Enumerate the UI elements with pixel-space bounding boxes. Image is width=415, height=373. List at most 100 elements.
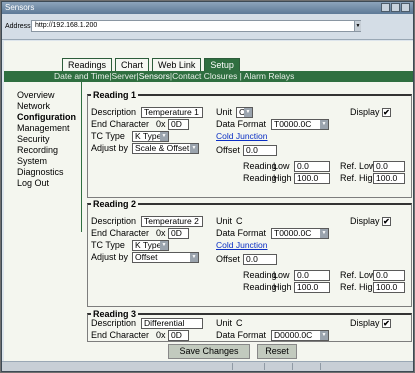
data-format-label: Data Format [216, 119, 267, 129]
unit-label: Unit [216, 318, 233, 328]
browser-window: Sensors Address http://192.168.1.200 ▼ R… [1, 1, 414, 372]
tab-readings[interactable]: Readings [62, 58, 113, 71]
reading-1-data-format-value: T0000.0C [274, 119, 312, 129]
reading-2-description-input[interactable]: Temperature 2 [141, 216, 203, 227]
minimize-button[interactable] [381, 3, 390, 12]
dropdown-arrow-icon: ▼ [160, 241, 168, 250]
reading-2-legend: Reading 2 [93, 199, 137, 209]
reading-high-label: Reading [243, 173, 277, 183]
page-content: Readings Chart Web Link Setup Date and T… [4, 41, 413, 361]
window-titlebar: Sensors [2, 2, 413, 14]
reading-1-ref-low-input[interactable]: 0.0 [373, 161, 405, 172]
reading-2-reading-high-input[interactable]: 100.0 [294, 282, 330, 293]
ref-low-label: Ref. Low [340, 161, 376, 171]
reading-1-end-character-input[interactable]: 0D [168, 119, 189, 130]
tc-type-label: TC Type [91, 240, 125, 250]
reading-2-end-character-input[interactable]: 0D [168, 228, 189, 239]
address-dropdown-icon[interactable]: ▼ [354, 21, 361, 31]
hex-prefix: 0x [156, 119, 166, 129]
status-divider [292, 363, 293, 370]
sidebar-item-management[interactable]: Management [17, 123, 70, 133]
reading-2-group: Reading 2 Description Temperature 2 Unit… [87, 199, 412, 307]
reading-1-tc-type-select[interactable]: K Type ▼ [132, 131, 169, 142]
reading-1-reading-high-input[interactable]: 100.0 [294, 173, 330, 184]
reading-2-data-format-select[interactable]: T0000.0C ▼ [271, 228, 329, 239]
sidebar-item-diagnostics[interactable]: Diagnostics [17, 167, 64, 177]
reading-1-adjust-by-value: Scale & Offset [135, 143, 190, 153]
save-changes-button[interactable]: Save Changes [168, 344, 250, 359]
end-character-label: End Character [91, 119, 150, 129]
sidebar-item-configuration[interactable]: Configuration [17, 112, 76, 122]
description-label: Description [91, 216, 137, 226]
reading-2-reading-low-input[interactable]: 0.0 [294, 270, 330, 281]
description-label: Description [91, 318, 137, 328]
end-character-label: End Character [91, 228, 150, 238]
low-label: Low [273, 161, 290, 171]
reading-2-ref-high-input[interactable]: 100.0 [373, 282, 405, 293]
reading-1-data-format-select[interactable]: T0000.0C ▼ [271, 119, 329, 130]
reading-1-tc-type-value: K Type [135, 131, 162, 141]
dropdown-arrow-icon: ▼ [320, 229, 328, 238]
status-divider [232, 363, 233, 370]
display-label: Display [350, 107, 380, 117]
high-label: High [273, 282, 292, 292]
sidebar-item-recording[interactable]: Recording [17, 145, 58, 155]
end-character-label: End Character [91, 330, 150, 340]
reading-3-end-character-input[interactable]: 0D [168, 330, 189, 341]
maximize-button[interactable] [391, 3, 400, 12]
reading-3-data-format-value: D0000.0C [274, 330, 313, 340]
reading-2-ref-low-input[interactable]: 0.0 [373, 270, 405, 281]
ref-high-label: Ref. High [340, 282, 378, 292]
reading-1-display-checkbox[interactable]: ✔ [382, 108, 391, 117]
offset-label: Offset [216, 145, 240, 155]
display-label: Display [350, 318, 380, 328]
reading-2-offset-input[interactable]: 0.0 [243, 254, 277, 265]
reading-2-display-checkbox[interactable]: ✔ [382, 217, 391, 226]
reading-1-adjust-by-select[interactable]: Scale & Offset ▼ [132, 143, 199, 154]
tab-web-link[interactable]: Web Link [152, 58, 202, 71]
ref-low-label: Ref. Low [340, 270, 376, 280]
reading-1-ref-high-input[interactable]: 100.0 [373, 173, 405, 184]
reading-2-unit-value: C [236, 216, 243, 226]
tab-chart[interactable]: Chart [115, 58, 150, 71]
setup-subnav: Date and Time|Server|Sensors|Contact Clo… [4, 71, 413, 82]
hex-prefix: 0x [156, 330, 166, 340]
sidebar-item-overview[interactable]: Overview [17, 90, 55, 100]
adjust-by-label: Adjust by [91, 252, 129, 262]
reset-button[interactable]: Reset [257, 344, 297, 359]
data-format-label: Data Format [216, 330, 267, 340]
subnav-sensors[interactable]: Sensors [139, 71, 170, 81]
dropdown-arrow-icon: ▼ [190, 144, 198, 153]
low-label: Low [273, 270, 290, 280]
reading-2-adjust-by-select[interactable]: Offset ▼ [132, 252, 199, 263]
reading-2-data-format-value: T0000.0C [274, 228, 312, 238]
sidebar-item-network[interactable]: Network [17, 101, 50, 111]
sidebar-item-security[interactable]: Security [17, 134, 50, 144]
dropdown-arrow-icon: ▼ [190, 253, 198, 262]
subnav-links-after[interactable]: |Contact Closures | Alarm Relays [170, 71, 294, 81]
reading-1-unit-select[interactable]: C ▼ [236, 107, 253, 118]
reading-3-display-checkbox[interactable]: ✔ [382, 319, 391, 328]
dropdown-arrow-icon: ▼ [320, 120, 328, 129]
subnav-links-before[interactable]: Date and Time|Server| [54, 71, 139, 81]
reading-2-tc-type-select[interactable]: K Type ▼ [132, 240, 169, 251]
address-input[interactable]: http://192.168.1.200 [31, 20, 361, 32]
cold-junction-link[interactable]: Cold Junction [216, 131, 268, 142]
reading-3-description-input[interactable]: Differential [141, 318, 203, 329]
status-divider [320, 363, 321, 370]
reading-1-legend: Reading 1 [93, 90, 137, 100]
sidebar-item-log-out[interactable]: Log Out [17, 178, 49, 188]
reading-1-offset-input[interactable]: 0.0 [243, 145, 277, 156]
reading-high-label: Reading [243, 282, 277, 292]
reading-3-data-format-select[interactable]: D0000.0C ▼ [271, 330, 329, 341]
data-format-label: Data Format [216, 228, 267, 238]
tab-setup[interactable]: Setup [204, 58, 240, 71]
high-label: High [273, 173, 292, 183]
cold-junction-link[interactable]: Cold Junction [216, 240, 268, 251]
reading-1-description-input[interactable]: Temperature 1 [141, 107, 203, 118]
description-label: Description [91, 107, 137, 117]
reading-1-reading-low-input[interactable]: 0.0 [294, 161, 330, 172]
close-button[interactable] [401, 3, 410, 12]
dropdown-arrow-icon: ▼ [320, 331, 328, 340]
sidebar-item-system[interactable]: System [17, 156, 47, 166]
